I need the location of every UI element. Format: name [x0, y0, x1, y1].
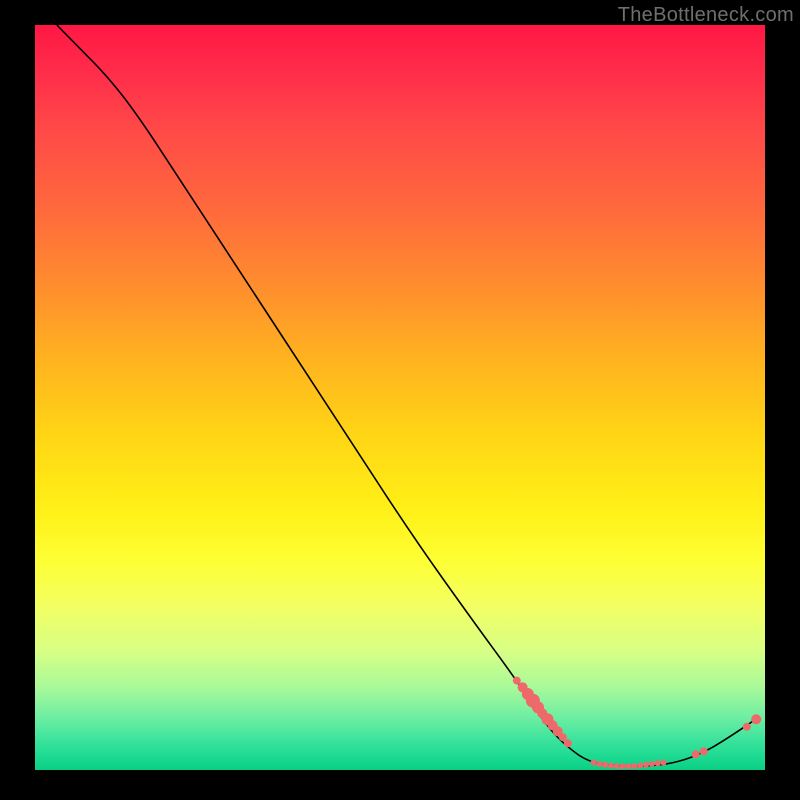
data-point — [743, 723, 751, 731]
data-point — [564, 739, 572, 747]
data-point — [591, 760, 597, 766]
data-point — [655, 760, 661, 766]
bottleneck-curve — [57, 25, 758, 766]
data-point — [751, 714, 761, 724]
data-point — [620, 763, 626, 769]
watermark-text: TheBottleneck.com — [618, 4, 794, 27]
data-point — [700, 747, 708, 755]
plot-area — [35, 25, 765, 770]
data-points — [513, 677, 761, 770]
data-point — [614, 763, 620, 769]
data-point — [596, 761, 602, 767]
data-point — [631, 763, 637, 769]
data-point — [692, 750, 700, 758]
data-point — [626, 763, 632, 769]
data-point — [643, 762, 649, 768]
data-point — [608, 763, 614, 769]
data-point — [649, 761, 655, 767]
data-point — [637, 763, 643, 769]
chart-container: TheBottleneck.com — [0, 0, 800, 800]
chart-svg — [35, 25, 765, 770]
data-point — [661, 760, 667, 766]
data-point — [602, 762, 608, 768]
